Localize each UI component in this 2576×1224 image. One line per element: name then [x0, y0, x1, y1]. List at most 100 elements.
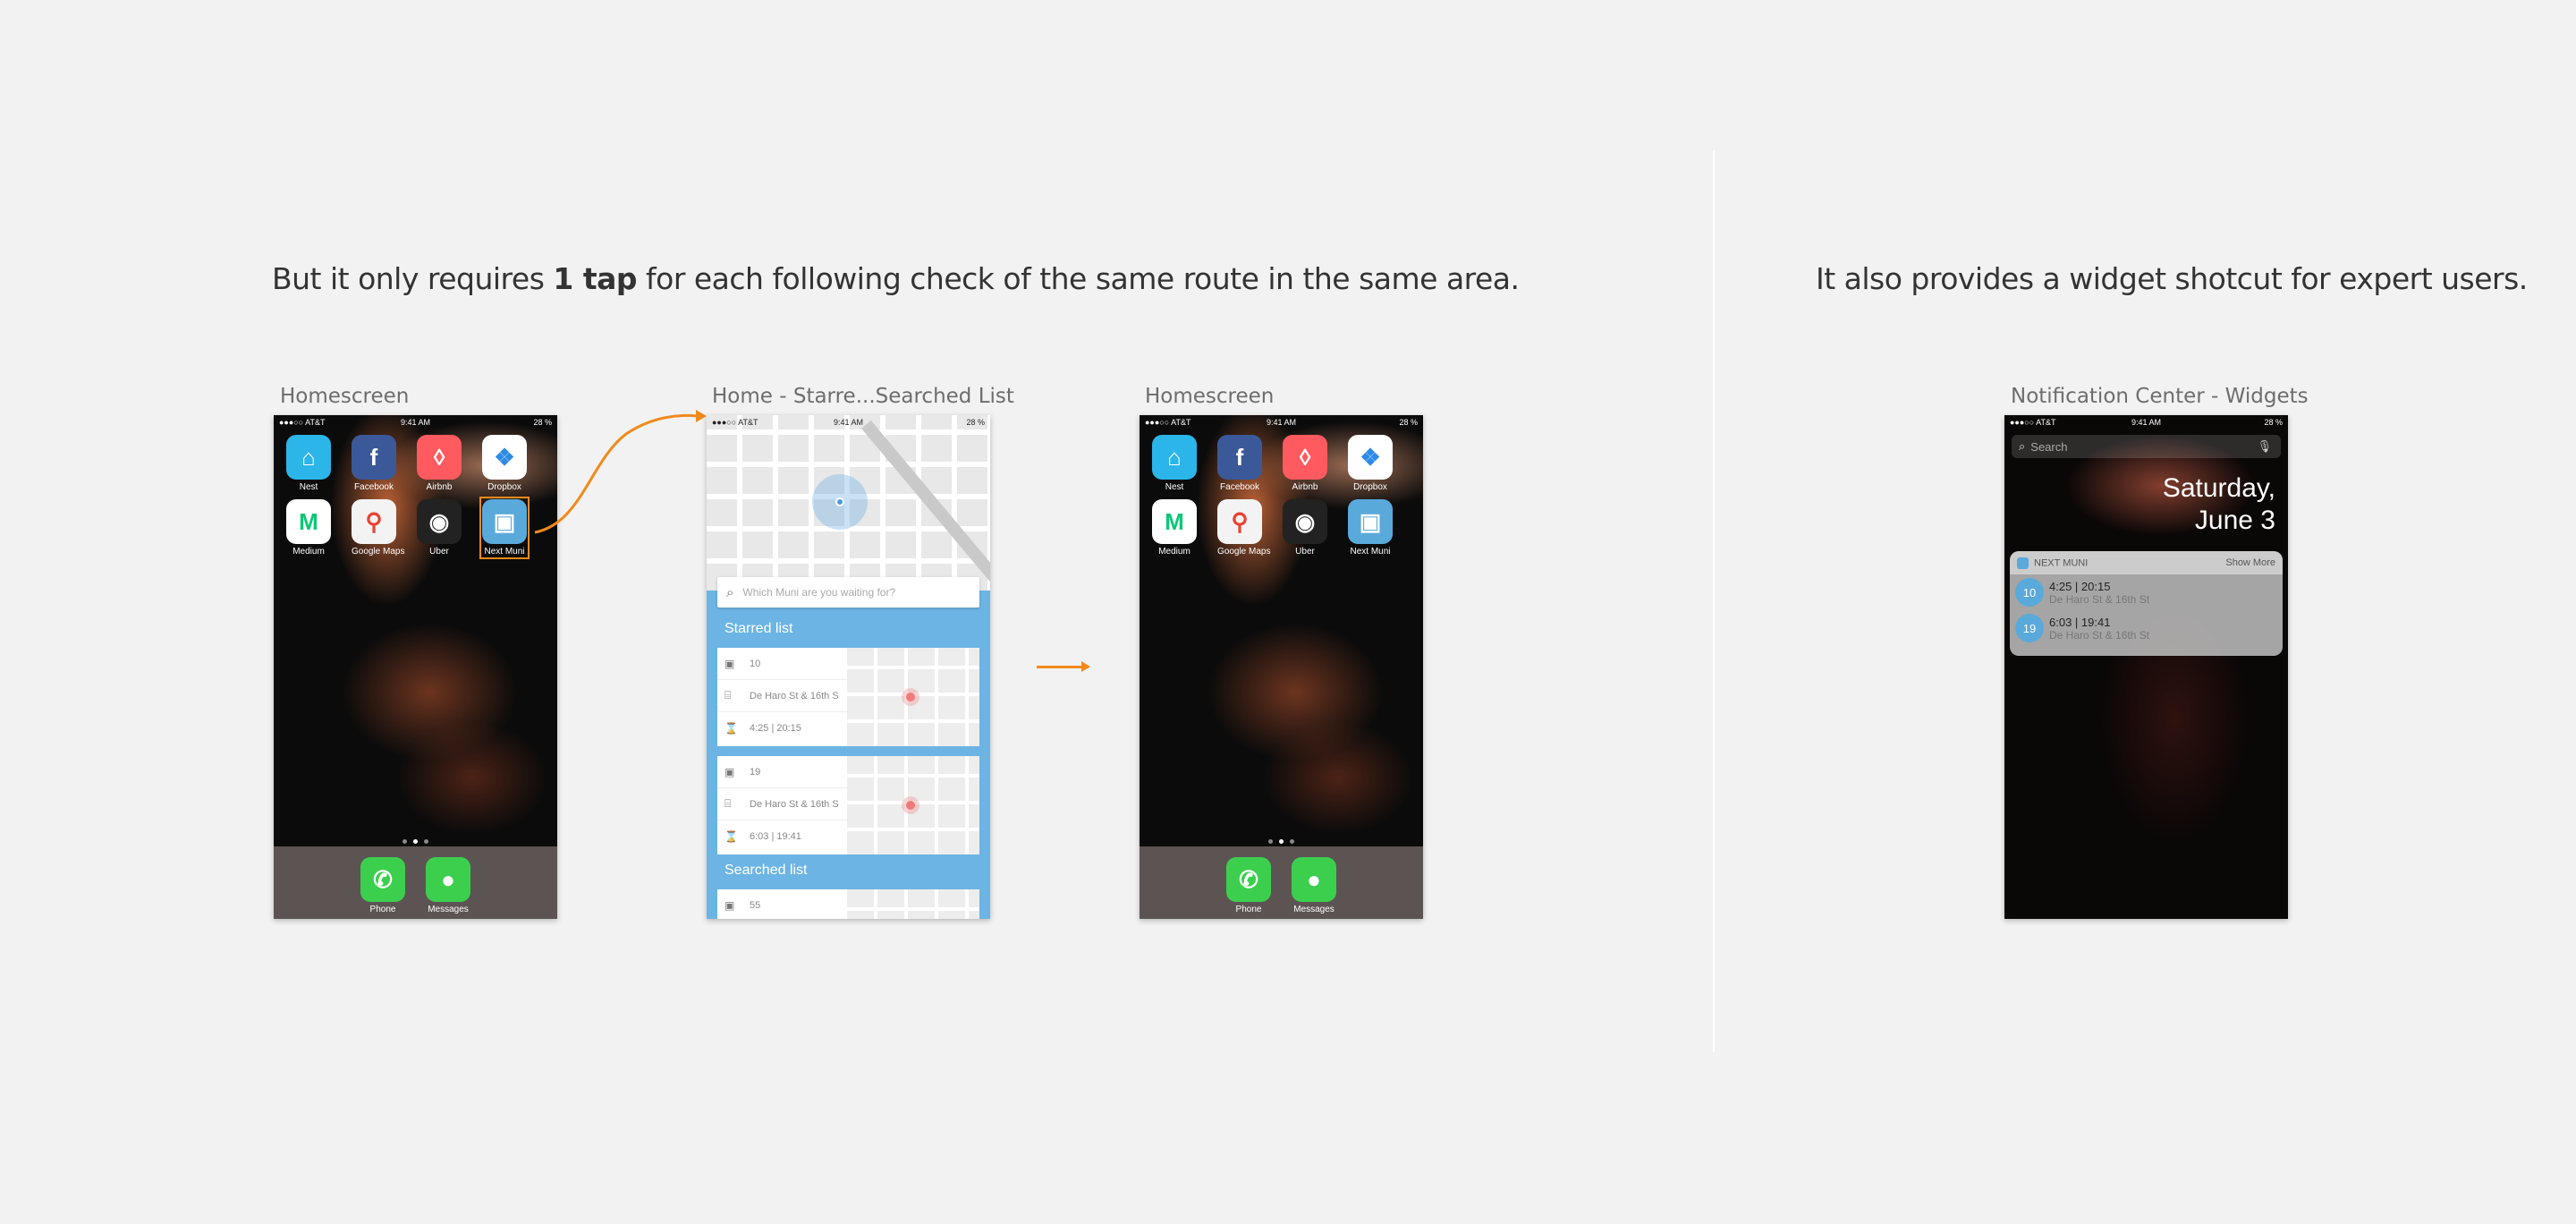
headline-left-prefix: But it only requires — [272, 261, 554, 296]
app-label: Next Muni — [484, 547, 525, 557]
app-label: Messages — [428, 905, 469, 914]
app-label: Phone — [369, 905, 396, 914]
airbnb-icon: ◊ — [1283, 435, 1327, 480]
widget-stop: De Haro St & 16th St — [2049, 592, 2150, 606]
app-phone[interactable]: ✆ Phone — [1226, 857, 1271, 919]
app-google-maps[interactable]: ⚲ Google Maps — [352, 499, 405, 557]
app-label: Medium — [292, 547, 325, 557]
microphone-icon[interactable]: 🎙 — [2257, 439, 2272, 454]
next-muni-widget[interactable]: NEXT MUNI Show More 10 4:25 | 20:15 De Ha… — [2010, 551, 2283, 656]
starred-list-title: Starred list — [724, 621, 793, 636]
card-mini-map — [847, 889, 979, 919]
starred-card-1[interactable]: ▣ 10 ⌸ De Haro St & 16th S ⌛ 4:25 | 20:15 — [717, 648, 979, 746]
date-display: Saturday, June 3 — [2163, 472, 2275, 537]
app-facebook[interactable]: f Facebook — [352, 435, 396, 492]
page-dot-active — [413, 839, 418, 844]
bus-stop-icon: ⌸ — [724, 689, 732, 701]
app-phone[interactable]: ✆ Phone — [360, 857, 405, 919]
uber-icon: ◉ — [1283, 499, 1327, 544]
page-dot-active — [1279, 839, 1284, 844]
screen-label-2: Home - Starre...Searched List — [712, 385, 1014, 408]
home-icon: ⌂ — [286, 435, 331, 480]
app-label: Airbnb — [1292, 482, 1318, 492]
clock: 9:41 AM — [1266, 418, 1297, 427]
app-label: Facebook — [1220, 482, 1259, 492]
card-route-row: ▣ 10 — [717, 648, 852, 680]
widget-times: 6:03 | 19:41 — [2049, 615, 2111, 629]
app-next-muni[interactable]: ▣ Next Muni — [479, 497, 530, 559]
hourglass-icon: ⌛ — [724, 722, 738, 735]
app-label: Facebook — [354, 482, 394, 492]
app-nest[interactable]: ⌂ Nest — [1152, 435, 1197, 492]
app-medium[interactable]: M Medium — [286, 499, 331, 557]
widget-item[interactable]: 19 6:03 | 19:41 De Haro St & 16th St — [2010, 610, 2283, 646]
uber-icon: ◉ — [417, 499, 462, 544]
app-label: Nest — [299, 482, 318, 492]
searched-card-1[interactable]: ▣ 55 — [717, 889, 979, 919]
widget-item[interactable]: 10 4:25 | 20:15 De Haro St & 16th St — [2010, 574, 2283, 610]
page-dots — [1140, 839, 1423, 844]
app-messages[interactable]: ● Messages — [426, 857, 470, 919]
app-label: Airbnb — [426, 482, 453, 492]
app-uber[interactable]: ◉ Uber — [417, 499, 462, 557]
app-label: Uber — [1295, 547, 1315, 557]
route-badge: 19 — [2015, 614, 2044, 642]
clock: 9:41 AM — [2131, 418, 2162, 427]
app-next-muni[interactable]: ▣ Next Muni — [1348, 499, 1393, 557]
status-bar: ●●●○○ AT&T 9:41 AM 28 % — [707, 415, 990, 429]
messages-icon: ● — [1292, 857, 1336, 902]
app-dropbox[interactable]: ❖ Dropbox — [1348, 435, 1393, 492]
phone-icon: ✆ — [360, 857, 405, 902]
clock: 9:41 AM — [400, 418, 431, 427]
card-times: 6:03 | 19:41 — [750, 831, 801, 842]
medium-icon: M — [1152, 499, 1197, 544]
card-route: 55 — [750, 899, 761, 911]
facebook-icon: f — [352, 435, 396, 480]
app-nest[interactable]: ⌂ Nest — [286, 435, 331, 492]
status-bar: ●●●○○ AT&T 9:41 AM 28 % — [274, 415, 557, 429]
page-dot — [402, 839, 407, 844]
app-label: Uber — [429, 547, 449, 557]
bus-icon: ▣ — [724, 765, 735, 778]
app-airbnb[interactable]: ◊ Airbnb — [1283, 435, 1327, 492]
route-search-input[interactable]: ⌕ Which Muni are you waiting for? — [717, 577, 979, 608]
messages-icon: ● — [426, 857, 470, 902]
app-messages[interactable]: ● Messages — [1292, 857, 1336, 919]
app-google-maps[interactable]: ⚲ Google Maps — [1217, 499, 1270, 557]
app-label: Dropbox — [487, 482, 521, 492]
headline-left-suffix: for each following check of the same rou… — [637, 261, 1520, 296]
app-dropbox[interactable]: ❖ Dropbox — [482, 435, 527, 492]
route-badge: 10 — [2015, 578, 2044, 607]
app-grid: ⌂ Nest f Facebook ◊ Airbnb ❖ Dropbox M Medium… — [286, 435, 530, 559]
page-dots — [274, 839, 557, 844]
phone-notification-center: ●●●○○ AT&T 9:41 AM 28 % ⌕ Search 🎙 Satur… — [2004, 415, 2288, 919]
phone-starred-list: ●●●○○ AT&T 9:41 AM 28 % ⌕ Which Muni are… — [707, 415, 990, 919]
app-uber[interactable]: ◉ Uber — [1283, 499, 1327, 557]
app-facebook[interactable]: f Facebook — [1217, 435, 1262, 492]
widget-stop: De Haro St & 16th St — [2049, 628, 2150, 642]
dropbox-icon: ❖ — [482, 435, 527, 480]
card-route-row: ▣ 55 — [717, 889, 852, 919]
app-medium[interactable]: M Medium — [1152, 499, 1197, 557]
flow-arrow-curve — [534, 410, 707, 534]
app-label: Phone — [1235, 905, 1262, 914]
card-stop: De Haro St & 16th S — [750, 798, 839, 810]
app-label: Google Maps — [352, 547, 405, 557]
headline-left-bold: 1 tap — [553, 261, 638, 296]
app-airbnb[interactable]: ◊ Airbnb — [417, 435, 462, 492]
notification-search-input[interactable]: ⌕ Search 🎙 — [2012, 435, 2281, 458]
card-times: 4:25 | 20:15 — [750, 723, 801, 734]
app-label: Messages — [1293, 905, 1335, 914]
screen-label-3: Homescreen — [1145, 385, 1275, 408]
map-view[interactable] — [707, 415, 990, 608]
starred-card-2[interactable]: ▣ 19 ⌸ De Haro St & 16th S ⌛ 6:03 | 19:41 — [717, 756, 979, 854]
date-label: June 3 — [2194, 506, 2275, 535]
status-bar: ●●●○○ AT&T 9:41 AM 28 % — [2004, 415, 2288, 429]
app-label: Medium — [1158, 547, 1191, 557]
flow-arrow-right — [1037, 661, 1090, 672]
headline-left: But it only requires 1 tap for each foll… — [272, 261, 1520, 296]
searched-list-title: Searched list — [724, 863, 808, 878]
search-icon: ⌕ — [726, 584, 734, 600]
show-more-button[interactable]: Show More — [2225, 557, 2275, 568]
phone-homescreen-2: ●●●○○ AT&T 9:41 AM 28 % ⌂ Nest f Facebook … — [1140, 415, 1423, 919]
